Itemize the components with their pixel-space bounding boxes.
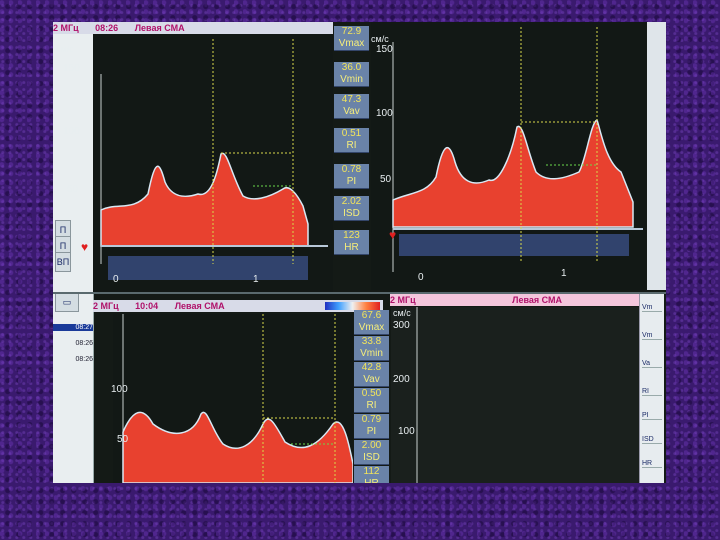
heart-icon: ♥ [81,240,89,254]
tick-label: 50 [380,174,392,185]
readout-hr: 123 HR [334,230,369,255]
label-isd: ISD [642,436,662,444]
ultrasound-monitor-screen: П П ВП ▭ 08:27 08:26 08:26 2 МГц 08:26 Л… [53,22,666,483]
label-vav: Va [642,360,662,368]
readout-vmin: 33.8 Vmin [354,336,389,361]
reverse-flow-noise [399,234,629,256]
readout-vav: 42.8 Vav [354,362,389,387]
tick-label: 50 [117,434,129,445]
heart-icon: ♥ [389,228,397,242]
tick-label: 50 [67,184,79,195]
readout-vav: 47.3 Vav [334,94,369,119]
tick-label: 150 [376,44,393,55]
readout-ri: 0.50 RI [354,388,389,413]
sidebar-icon-button[interactable]: ▭ [55,292,79,312]
sidebar-time-3[interactable]: 08:26 [53,356,93,363]
tick-label: 300 [393,320,410,331]
vessel-label: Левая СМА [512,295,563,305]
sidebar-time-1[interactable]: 08:27 [53,324,93,331]
right-edge-labels-top [647,22,666,290]
tick-label: 100 [111,384,128,395]
readout-vmin: 36.0 Vmin [334,62,369,87]
panel-top-left-header: 2 МГц 08:26 Левая СМА [53,22,333,34]
tick-label: 150 [63,63,80,74]
tick-label: 0 [418,272,424,283]
axis-unit-label: см/с [56,44,74,54]
readout-isd: 2.02 ISD [334,196,369,221]
panel-top-right-spectrum [371,22,646,290]
readout-isd: 2.00 ISD [354,440,389,465]
tick-label: 200 [393,374,410,385]
label-vmax: Vm [642,304,662,312]
spectrum-waveform [100,152,309,247]
readout-pi: 0.79 PI [354,414,389,439]
doppler-spectrum-top-right [392,27,643,272]
readout-vmax: 67.6 Vmax [354,310,389,335]
time-label: 08:26 [95,23,119,33]
time-label: 10:04 [135,301,159,311]
tick-label: 0 [113,274,119,285]
label-vmin: Vm [642,332,662,340]
tick-label: 100 [376,108,393,119]
readout-ri: 0.51 RI [334,128,369,153]
label-hr: HR [642,460,662,468]
vessel-label: Левая СМА [134,23,185,33]
axis-unit-label: см/с [371,34,389,44]
sidebar-time-2[interactable]: 08:26 [53,340,93,347]
doppler-spectrum-bottom-left [122,314,354,483]
tick-label: 100 [398,426,415,437]
panel-top-left-spectrum [93,34,333,292]
empty-spectrum-bottom-right [416,307,418,483]
color-scale-bar [325,302,380,310]
doppler-spectrum-top-left [100,39,328,280]
vessel-label: Левая СМА [174,301,225,311]
spectrum-waveform [122,411,354,483]
frequency-label: 2 МГц [93,301,119,311]
label-ri: RI [642,388,662,396]
tick-label: 1 [253,274,259,285]
reverse-flow-noise [108,256,308,280]
frequency-label: 2 МГц [390,295,416,305]
readout-pi: 0.78 PI [334,164,369,189]
label-pi: PI [642,412,662,420]
right-measurement-labels: Vm Vm Va RI PI ISD HR [639,294,664,483]
readout-vmax: 72.9 Vmax [334,26,369,51]
frequency-label: 2 МГц [53,23,79,33]
sidebar-button-3[interactable]: ВП [55,252,71,272]
panel-bottom-right-spectrum [391,307,639,483]
panel-bottom-right-header: 2 МГц Левая СМА [390,294,640,306]
panel-bottom-left-spectrum [113,314,354,483]
tick-label: 100 [63,126,80,137]
tick-label: 1 [561,268,567,279]
readout-hr: 112HR [354,466,389,483]
axis-unit-label: см/с [393,308,411,318]
